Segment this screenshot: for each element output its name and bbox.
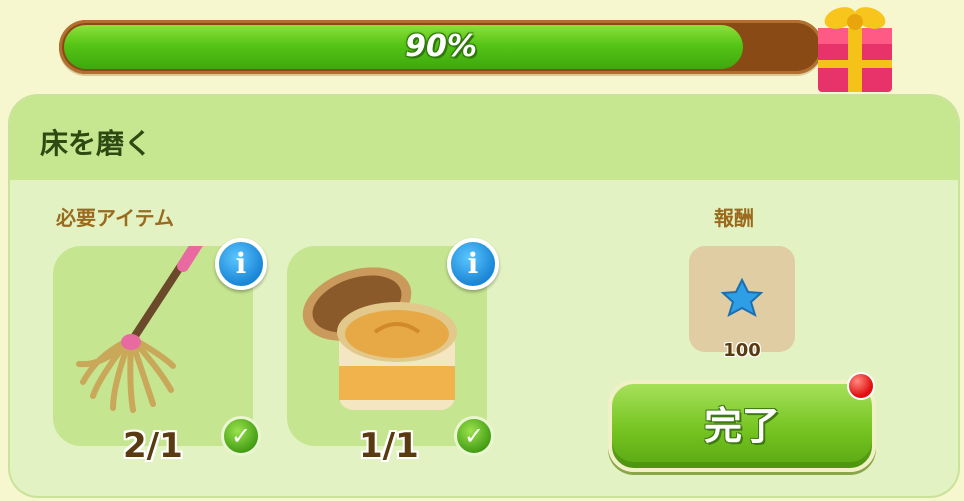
- required-item-polish[interactable]: i 1/1 ✓: [287, 238, 499, 466]
- progress-label: 90%: [405, 29, 477, 64]
- reward-label: 報酬: [714, 206, 754, 230]
- mop-info-button[interactable]: i: [215, 238, 267, 290]
- task-panel: 床を磨く 必要アイテム 報酬 i 2/1 ✓ i 1/1 ✓ 100 完了: [10, 96, 958, 496]
- mop-count: 2/1: [123, 426, 183, 466]
- required-items-label: 必要アイテム: [56, 206, 174, 230]
- required-item-mop[interactable]: i 2/1 ✓: [53, 238, 267, 466]
- notification-dot: [847, 372, 875, 400]
- polish-count: 1/1: [359, 426, 419, 466]
- reward-card[interactable]: [689, 246, 795, 352]
- progress-bar: 90%: [59, 20, 823, 74]
- complete-button[interactable]: 完了: [608, 380, 876, 472]
- panel-header: 床を磨く: [10, 96, 958, 180]
- polish-check-icon: ✓: [454, 416, 494, 456]
- blue-star-icon: [720, 277, 764, 318]
- task-title: 床を磨く: [40, 127, 153, 160]
- polish-info-button[interactable]: i: [447, 238, 499, 290]
- reward-value: 100: [723, 340, 761, 361]
- mop-check-icon: ✓: [221, 416, 261, 456]
- gift-box-icon[interactable]: [806, 0, 904, 96]
